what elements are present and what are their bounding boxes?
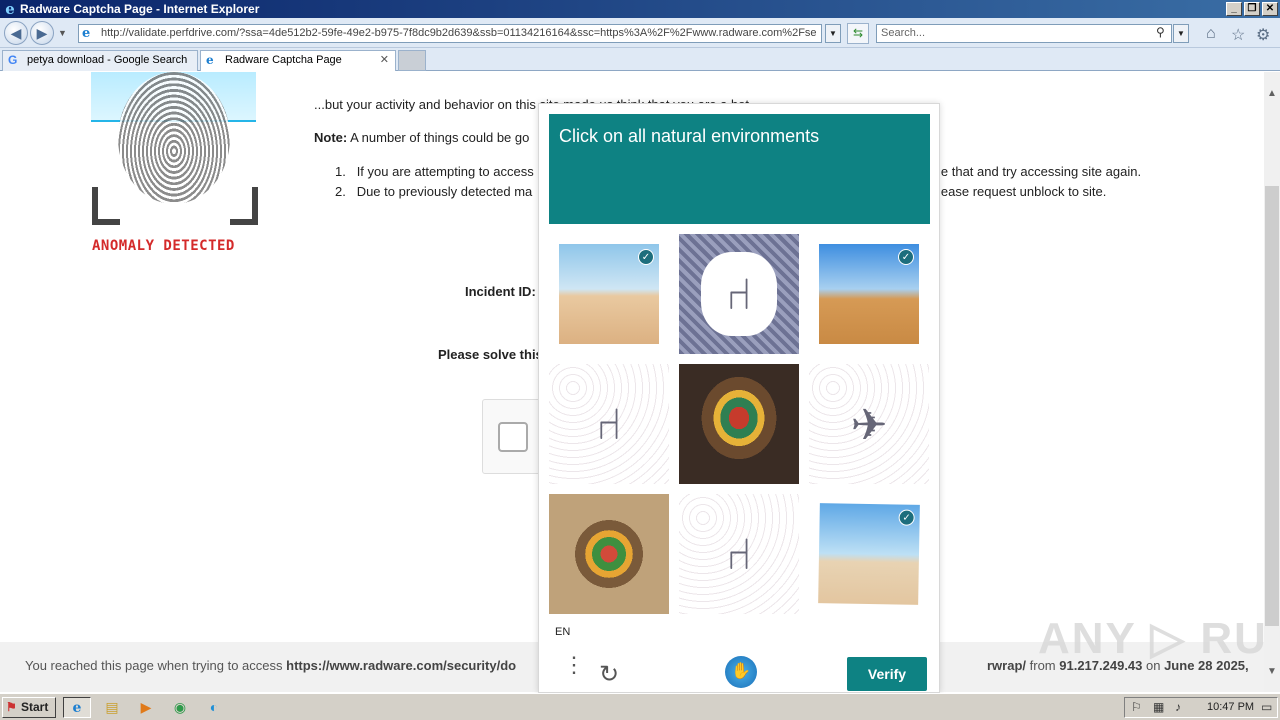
- back-button[interactable]: ◀: [4, 21, 28, 45]
- radware-brand-icon: ✋: [725, 656, 757, 688]
- checkmark-icon: ✓: [898, 509, 915, 526]
- captcha-tile[interactable]: ✈: [809, 364, 929, 484]
- compat-refresh-button[interactable]: ⇆: [847, 23, 869, 44]
- list-number: 1.: [335, 164, 346, 179]
- more-options-icon[interactable]: ⋮: [563, 654, 585, 676]
- system-tray: ⚐ ▦ ♪ 10:47 PM ▭: [1124, 697, 1278, 718]
- office-desk-icon: ⑁: [595, 400, 623, 449]
- note-label: Note:: [314, 130, 348, 145]
- list-text: Due to previously detected ma: [356, 184, 533, 199]
- office-desk-icon: ⑁: [725, 530, 753, 579]
- history-dropdown-icon[interactable]: ▼: [58, 28, 67, 38]
- page-icon: e: [82, 26, 91, 41]
- captcha-tile[interactable]: ⑁: [679, 234, 799, 354]
- captcha-tile[interactable]: ✓: [559, 244, 659, 344]
- taskbar: ⚑ Start e ▤ ▶ ◉ ◐ ⚐ ▦ ♪ 10:47 PM ▭: [0, 693, 1280, 720]
- captcha-prompt: Click on all natural environments: [559, 126, 820, 146]
- captcha-header: Click on all natural environments: [549, 114, 930, 224]
- gear-icon[interactable]: ⚙: [1256, 25, 1270, 45]
- taskbar-explorer-icon[interactable]: ▤: [98, 697, 126, 718]
- tab-bar: G petya download - Google Search e Radwa…: [0, 48, 1280, 71]
- checkmark-icon: ✓: [638, 249, 654, 265]
- tab-label: petya download - Google Search: [27, 54, 188, 66]
- verify-button[interactable]: Verify: [847, 657, 927, 691]
- taskbar-chrome-icon[interactable]: ◉: [166, 697, 194, 718]
- list-number: 2.: [335, 184, 346, 199]
- tab-radware-captcha[interactable]: e Radware Captcha Page ✕: [200, 50, 396, 71]
- incident-id-label: Incident ID:: [465, 284, 536, 299]
- flag-icon[interactable]: ⚐: [1131, 700, 1142, 714]
- minimize-button[interactable]: _: [1226, 2, 1242, 16]
- browser-navbar: ◀ ▶ ▼ e http://validate.perfdrive.com/?s…: [0, 18, 1280, 48]
- scrollbar-thumb[interactable]: [1265, 186, 1279, 626]
- captcha-checkbox[interactable]: [498, 422, 528, 452]
- captcha-tile[interactable]: ⑁: [679, 494, 799, 614]
- forward-button[interactable]: ▶: [30, 21, 54, 45]
- tab-label: Radware Captcha Page: [225, 54, 342, 66]
- footer-url-tail: rwrap/: [987, 658, 1027, 673]
- captcha-tile[interactable]: ✓: [819, 244, 919, 344]
- list-text-tail: le that and try accessing site again.: [938, 164, 1142, 179]
- captcha-dialog: Click on all natural environments ✓ ⑁ ✓ …: [538, 103, 940, 693]
- address-bar[interactable]: e http://validate.perfdrive.com/?ssa=4de…: [78, 24, 822, 43]
- note-body: A number of things could be go: [347, 130, 530, 145]
- office-chair-icon: ⑁: [725, 270, 753, 319]
- network-icon[interactable]: ▦: [1153, 700, 1164, 714]
- footer-text: You reached this page when trying to acc…: [25, 658, 516, 673]
- captcha-tile[interactable]: ✓: [818, 503, 920, 605]
- helicopter-icon: ✈: [850, 401, 888, 450]
- scroll-down-icon[interactable]: ▼: [1264, 664, 1280, 680]
- bracket-left: [92, 187, 120, 225]
- captcha-tile[interactable]: ⑁: [549, 364, 669, 484]
- list-item: 1. If you are attempting to access: [335, 164, 534, 179]
- volume-icon[interactable]: ♪: [1175, 700, 1181, 714]
- favorites-star-icon[interactable]: ☆: [1231, 25, 1245, 45]
- list-text: If you are attempting to access: [356, 164, 534, 179]
- home-icon[interactable]: ⌂: [1206, 25, 1216, 43]
- captcha-tile[interactable]: [679, 364, 799, 484]
- start-label: Start: [21, 700, 49, 714]
- taskbar-media-icon[interactable]: ▶: [132, 697, 160, 718]
- language-selector[interactable]: EN: [555, 626, 570, 638]
- maximize-button[interactable]: ❐: [1244, 2, 1260, 16]
- windows-flag-icon: ⚑: [6, 700, 17, 714]
- tab-close-icon[interactable]: ✕: [380, 51, 389, 70]
- window-titlebar: e Radware Captcha Page - Internet Explor…: [0, 0, 1280, 18]
- captcha-tile[interactable]: [549, 494, 669, 614]
- list-item: 2. Due to previously detected ma: [335, 184, 532, 199]
- scroll-up-icon[interactable]: ▲: [1264, 86, 1280, 102]
- close-button[interactable]: ✕: [1262, 2, 1278, 16]
- new-tab-button[interactable]: [398, 50, 426, 71]
- reload-icon[interactable]: ↻: [599, 660, 619, 689]
- fingerprint-icon: [118, 72, 230, 204]
- anomaly-logo: ANOMALY DETECTED: [90, 72, 265, 262]
- search-dropdown-icon[interactable]: ▼: [1173, 24, 1189, 43]
- search-input[interactable]: Search...: [876, 24, 1172, 43]
- list-text-tail: lease request unblock to site.: [938, 184, 1107, 199]
- taskbar-edge-icon[interactable]: ◐: [200, 697, 228, 718]
- show-desktop-icon[interactable]: ▭: [1261, 700, 1272, 714]
- tab-google-search[interactable]: G petya download - Google Search: [2, 50, 198, 71]
- clock: 10:47 PM: [1207, 701, 1255, 713]
- google-icon: G: [8, 53, 18, 67]
- ie-icon: e: [5, 0, 15, 18]
- ie-icon: e: [206, 53, 214, 67]
- anyrun-watermark: ANY ▷ RUN: [1038, 614, 1264, 663]
- footer-prefix: You reached this page when trying to acc…: [25, 658, 287, 673]
- search-icon[interactable]: ⚲: [1156, 25, 1165, 39]
- address-dropdown-icon[interactable]: ▼: [825, 24, 841, 43]
- note-text: Note: A number of things could be go: [314, 130, 529, 145]
- solve-label: Please solve this: [438, 347, 543, 362]
- start-button[interactable]: ⚑ Start: [2, 697, 56, 718]
- address-text: http://validate.perfdrive.com/?ssa=4de51…: [101, 27, 817, 39]
- footer-url: https://www.radware.com/security/do: [286, 658, 517, 673]
- checkmark-icon: ✓: [898, 249, 914, 265]
- window-title: Radware Captcha Page - Internet Explorer: [20, 2, 260, 16]
- bracket-right: [230, 187, 258, 225]
- taskbar-ie-icon[interactable]: e: [63, 697, 91, 718]
- logo-text: ANOMALY DETECTED: [92, 238, 235, 254]
